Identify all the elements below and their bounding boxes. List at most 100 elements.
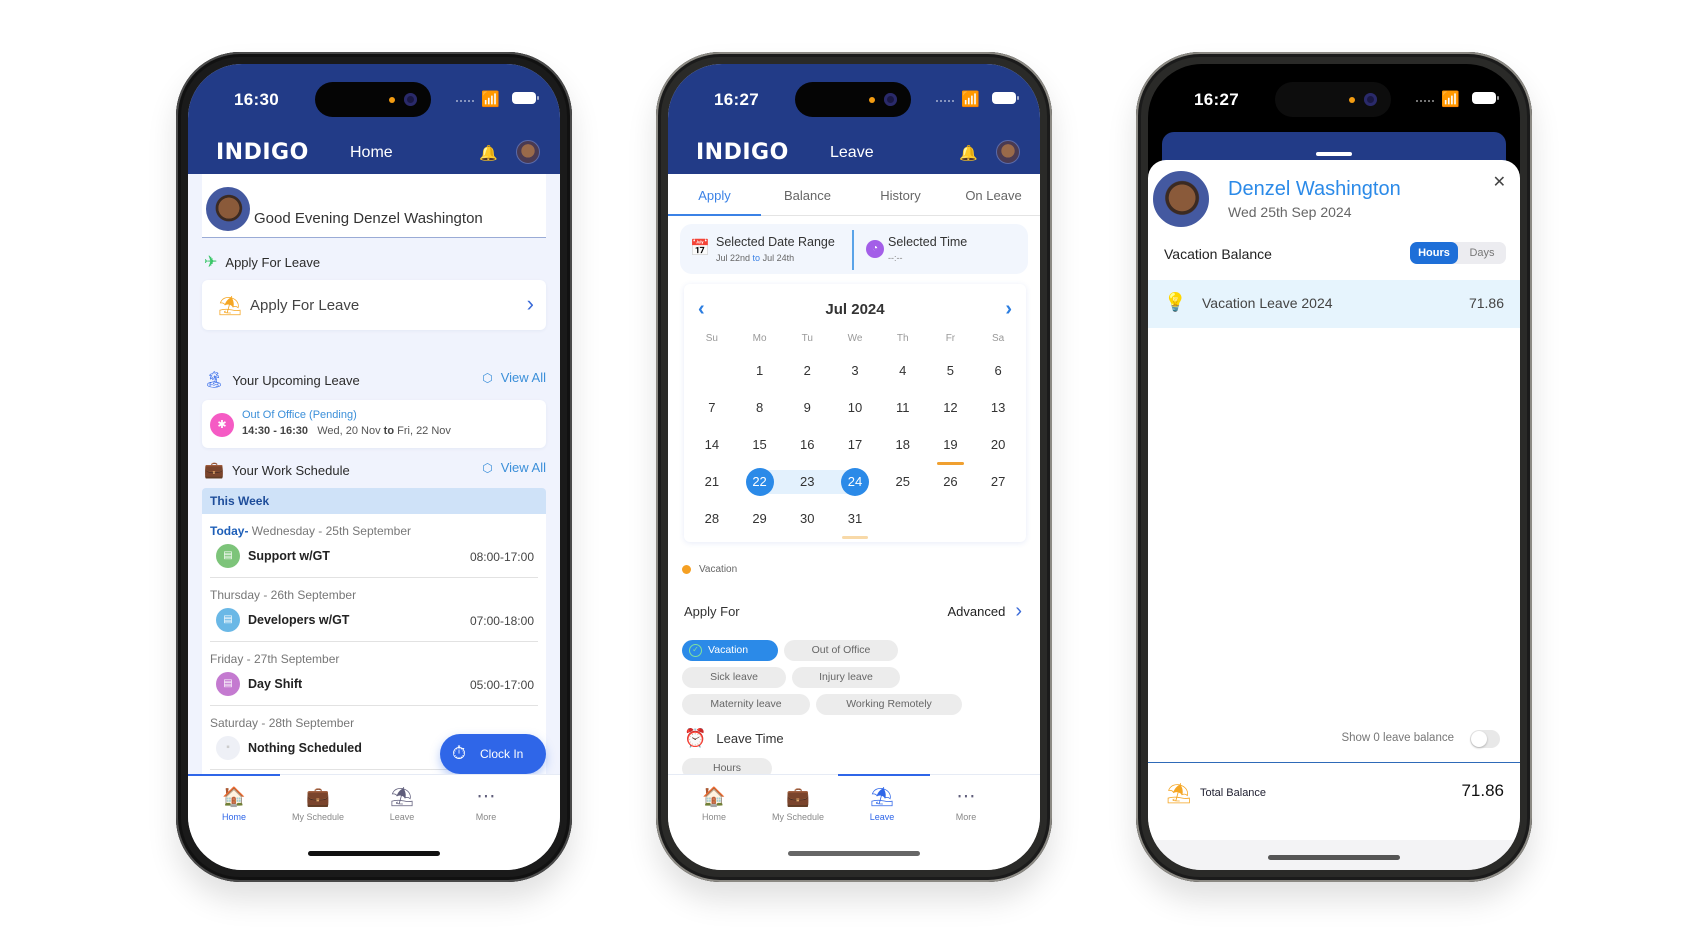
unit-hours-button[interactable]: Hours bbox=[1410, 242, 1458, 264]
chevron-right-icon: › bbox=[1015, 600, 1022, 622]
calendar-day[interactable]: 18 bbox=[879, 430, 927, 467]
airplane-icon: ✈ bbox=[204, 254, 218, 271]
nav-my-schedule[interactable]: 💼 My Schedule bbox=[752, 785, 844, 822]
calendar-day[interactable]: 24 bbox=[831, 467, 879, 504]
calendar-day[interactable]: 10 bbox=[831, 393, 879, 430]
calendar-month-title: Jul 2024 bbox=[825, 301, 885, 318]
calendar-day[interactable]: 31 bbox=[831, 504, 879, 541]
leave-type-chip-vacation[interactable]: ✓ Vacation bbox=[682, 640, 778, 661]
calendar-day[interactable]: 28 bbox=[688, 504, 736, 541]
phone-vacation-balance: 16:27 📶 Denzel Washington Wed 25th Sep 2… bbox=[1136, 52, 1532, 882]
profile-avatar[interactable] bbox=[996, 140, 1020, 164]
user-avatar bbox=[1150, 168, 1212, 230]
leave-type-chip-injury-leave[interactable]: Injury leave bbox=[792, 667, 900, 688]
show-zero-balance-toggle[interactable] bbox=[1470, 730, 1500, 748]
calendar-day[interactable]: 23 bbox=[783, 467, 831, 504]
tab-history[interactable]: History bbox=[854, 174, 947, 215]
calendar-day[interactable]: 2 bbox=[783, 356, 831, 393]
calendar-day[interactable]: 29 bbox=[736, 504, 784, 541]
bell-icon[interactable]: 🔔 bbox=[479, 144, 498, 162]
apply-leave-section-title: ✈ Apply For Leave bbox=[204, 254, 321, 271]
calendar-day[interactable]: 17 bbox=[831, 430, 879, 467]
indigo-logo: INDIGO bbox=[216, 140, 309, 165]
phone-leave-apply: INDIGO Leave 🔔 16:27 📶 Apply Balance His… bbox=[656, 52, 1052, 882]
unit-toggle: Hours Days bbox=[1410, 242, 1506, 264]
selected-time-title[interactable]: Selected Time bbox=[888, 235, 967, 249]
calendar-day[interactable]: 19 bbox=[927, 430, 975, 467]
nav-home[interactable]: 🏠 Home bbox=[188, 785, 280, 822]
weekday-header: Tu bbox=[801, 333, 813, 344]
status-bar: 16:30 📶 bbox=[188, 64, 560, 132]
leave-type-chip-out-of-office[interactable]: Out of Office bbox=[784, 640, 898, 661]
calendar-day[interactable]: 3 bbox=[831, 356, 879, 393]
bell-icon[interactable]: 🔔 bbox=[959, 144, 978, 162]
this-week-header: This Week bbox=[202, 488, 546, 514]
calendar-day[interactable]: 27 bbox=[974, 467, 1022, 504]
calendar-day[interactable]: 16 bbox=[783, 430, 831, 467]
schedule-day-row[interactable]: Thursday - 26th September ▤ Developers w… bbox=[210, 578, 538, 642]
unit-days-button[interactable]: Days bbox=[1458, 242, 1506, 264]
schedule-day-row[interactable]: Friday - 27th September ▤ Day Shift 05:0… bbox=[210, 642, 538, 706]
bottom-nav: 🏠 Home 💼 My Schedule ⛱ Leave ⋯ More bbox=[668, 774, 1040, 870]
beach-umbrella-icon: ⛱ bbox=[218, 296, 243, 317]
tab-on-leave[interactable]: On Leave bbox=[947, 174, 1040, 215]
sheet-grab-handle[interactable] bbox=[1316, 152, 1352, 156]
dynamic-island bbox=[1275, 82, 1391, 117]
beach-umbrella-icon: ⛱ bbox=[1166, 783, 1192, 805]
weekday-header: Th bbox=[896, 333, 909, 344]
calendar-day[interactable]: 6 bbox=[974, 356, 1022, 393]
apply-for-leave-card[interactable]: ⛱ Apply For Leave › bbox=[202, 280, 546, 330]
status-time: 16:30 bbox=[234, 90, 279, 109]
nav-my-schedule[interactable]: 💼 My Schedule bbox=[272, 785, 364, 822]
dynamic-island bbox=[795, 82, 911, 117]
status-time: 16:27 bbox=[714, 90, 759, 109]
calendar-day[interactable]: 4 bbox=[879, 356, 927, 393]
profile-avatar[interactable] bbox=[516, 140, 540, 164]
calendar-day[interactable]: 26 bbox=[927, 467, 975, 504]
leave-time-section-title: ⏰ Leave Time bbox=[684, 728, 784, 748]
status-bar: 16:27 📶 bbox=[668, 64, 1040, 132]
vacation-legend-dot bbox=[682, 565, 691, 574]
calendar-day[interactable]: 30 bbox=[783, 504, 831, 541]
home-icon: 🏠 bbox=[222, 787, 246, 808]
apply-for-leave-label: Apply For Leave bbox=[250, 297, 360, 314]
calendar-day[interactable]: 11 bbox=[879, 393, 927, 430]
calendar-day[interactable]: 15 bbox=[736, 430, 784, 467]
nav-leave[interactable]: ⛱ Leave bbox=[836, 785, 928, 822]
calendar-day[interactable]: 14 bbox=[688, 430, 736, 467]
advanced-link[interactable]: Advanced › bbox=[948, 600, 1023, 623]
nav-leave[interactable]: ⛱ Leave bbox=[356, 785, 448, 822]
schedule-view-all-link[interactable]: ⬡ View All bbox=[482, 460, 546, 475]
leave-type-chip-maternity-leave[interactable]: Maternity leave bbox=[682, 694, 810, 715]
nav-more[interactable]: ⋯ More bbox=[920, 785, 1012, 822]
tab-balance[interactable]: Balance bbox=[761, 174, 854, 215]
calendar-day[interactable]: 20 bbox=[974, 430, 1022, 467]
beach-umbrella-sun-icon: ⛱ bbox=[869, 787, 895, 808]
nav-active-indicator bbox=[838, 774, 930, 776]
nav-home[interactable]: 🏠 Home bbox=[668, 785, 760, 822]
upcoming-view-all-link[interactable]: ⬡ View All bbox=[482, 370, 546, 385]
calendar-day[interactable]: 22 bbox=[736, 467, 784, 504]
calendar-day[interactable]: 5 bbox=[927, 356, 975, 393]
calendar-day[interactable]: 8 bbox=[736, 393, 784, 430]
leave-type-chip-sick-leave[interactable]: Sick leave bbox=[682, 667, 786, 688]
calendar-day[interactable]: 12 bbox=[927, 393, 975, 430]
calendar-day[interactable]: 7 bbox=[688, 393, 736, 430]
tab-apply[interactable]: Apply bbox=[668, 174, 761, 216]
calendar-day[interactable]: 25 bbox=[879, 467, 927, 504]
calendar-day[interactable]: 1 bbox=[736, 356, 784, 393]
balance-row[interactable]: 💡 Vacation Leave 2024 71.86 bbox=[1148, 280, 1520, 328]
calendar-day[interactable]: 9 bbox=[783, 393, 831, 430]
calendar-icon: 📅 bbox=[690, 240, 710, 257]
home-indicator bbox=[308, 851, 440, 856]
leave-type-chip-working-remotely[interactable]: Working Remotely bbox=[816, 694, 962, 715]
calendar-day[interactable]: 21 bbox=[688, 467, 736, 504]
chevron-right-icon[interactable]: › bbox=[1005, 298, 1012, 321]
chevron-right-icon: › bbox=[526, 291, 534, 316]
upcoming-leave-item[interactable]: ✱ Out Of Office (Pending) 14:30 - 16:30 … bbox=[202, 400, 546, 448]
nav-more[interactable]: ⋯ More bbox=[440, 785, 532, 822]
close-icon[interactable]: ✕ bbox=[1493, 172, 1506, 192]
schedule-day-row[interactable]: Today- Wednesday - 25th September ▤ Supp… bbox=[210, 514, 538, 578]
clock-in-button[interactable]: ⏱ Clock In bbox=[440, 734, 546, 774]
calendar-day[interactable]: 13 bbox=[974, 393, 1022, 430]
